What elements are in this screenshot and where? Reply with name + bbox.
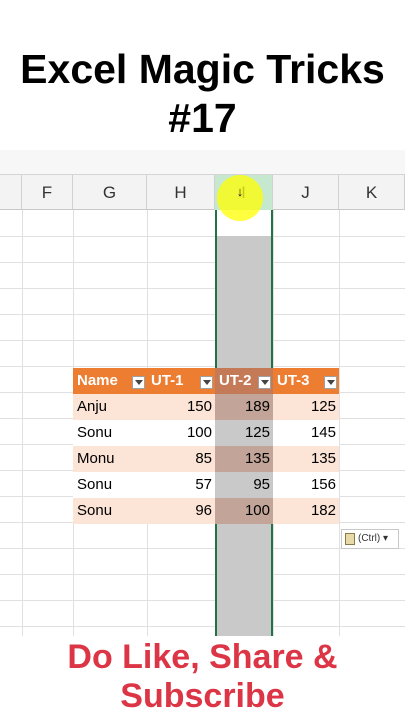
table-cell[interactable]: 125 — [215, 420, 273, 446]
grid-line — [0, 288, 405, 289]
table-cell[interactable]: 135 — [215, 446, 273, 472]
paste-options-label: (Ctrl) ▾ — [358, 533, 389, 544]
header-label: Name — [77, 372, 118, 389]
table-cell[interactable]: 135 — [273, 446, 339, 472]
header-cell-ut2[interactable]: UT-2 — [215, 368, 273, 394]
table-cell[interactable]: 95 — [215, 472, 273, 498]
filter-dropdown-icon[interactable] — [200, 376, 213, 389]
grid-line — [339, 210, 340, 636]
table-cell[interactable]: Anju — [73, 394, 147, 420]
filter-dropdown-icon[interactable] — [324, 376, 337, 389]
chevron-down-icon: ▾ — [383, 533, 389, 544]
grid-line — [22, 210, 23, 636]
formula-bar-gap — [0, 150, 405, 174]
header-label: UT-1 — [151, 372, 184, 389]
grid-line — [0, 314, 405, 315]
grid-line — [0, 262, 405, 263]
grid-line — [0, 366, 405, 367]
column-header-g[interactable]: G — [73, 175, 147, 210]
table-cell[interactable]: 85 — [147, 446, 215, 472]
table-cell[interactable]: 100 — [147, 420, 215, 446]
grid-line — [0, 574, 405, 575]
table-cell[interactable]: Sonu — [73, 420, 147, 446]
table-cell[interactable]: Monu — [73, 446, 147, 472]
table-cell[interactable]: 145 — [273, 420, 339, 446]
table-cell[interactable]: 100 — [215, 498, 273, 524]
caption-line-1: Do Like, Share & — [67, 638, 338, 676]
table-cell[interactable]: Sonu — [73, 498, 147, 524]
grid-line — [0, 600, 405, 601]
table-cell[interactable]: Sonu — [73, 472, 147, 498]
column-header-bar: F G H I J K — [0, 174, 405, 210]
table-cell[interactable]: 57 — [147, 472, 215, 498]
table-cell[interactable]: 182 — [273, 498, 339, 524]
video-title-line-2: #17 — [168, 95, 237, 141]
down-arrow-cursor-icon: ↓ — [236, 184, 244, 199]
column-header-j[interactable]: J — [273, 175, 339, 210]
row-header-corner — [0, 175, 22, 210]
table-cell[interactable]: 189 — [215, 394, 273, 420]
header-label: UT-3 — [277, 372, 310, 389]
paste-options-button[interactable]: (Ctrl) ▾ — [341, 529, 399, 549]
header-cell-ut3[interactable]: UT-3 — [273, 368, 339, 394]
grid-line — [0, 340, 405, 341]
caption-line-2: Subscribe — [120, 677, 285, 715]
table-cell[interactable]: 125 — [273, 394, 339, 420]
table-cell[interactable]: 156 — [273, 472, 339, 498]
video-title-line-1: Excel Magic Tricks — [20, 46, 385, 92]
column-header-f[interactable]: F — [22, 175, 73, 210]
column-header-k[interactable]: K — [339, 175, 405, 210]
table-cell[interactable]: 150 — [147, 394, 215, 420]
grid-line — [0, 236, 405, 237]
filter-dropdown-icon[interactable] — [132, 376, 145, 389]
column-header-h[interactable]: H — [147, 175, 215, 210]
filter-dropdown-icon[interactable] — [258, 376, 271, 389]
header-cell-name[interactable]: Name — [73, 368, 147, 394]
clipboard-icon — [345, 533, 355, 545]
header-cell-ut1[interactable]: UT-1 — [147, 368, 215, 394]
table-cell[interactable]: 96 — [147, 498, 215, 524]
header-label: UT-2 — [219, 372, 252, 389]
grid-line — [0, 626, 405, 627]
